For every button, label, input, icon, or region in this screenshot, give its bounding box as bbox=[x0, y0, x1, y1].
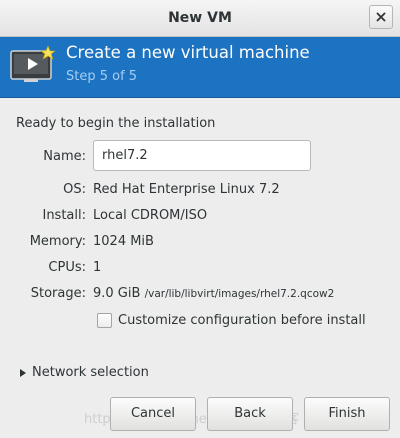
memory-label: Memory: bbox=[29, 234, 86, 249]
install-value: Local CDROM/ISO bbox=[93, 208, 208, 223]
banner-step: Step 5 of 5 bbox=[66, 69, 138, 84]
customize-label[interactable]: Customize configuration before install bbox=[118, 313, 366, 328]
name-label: Name: bbox=[43, 149, 86, 164]
close-button[interactable] bbox=[369, 5, 393, 29]
checkbox-box[interactable] bbox=[97, 313, 112, 328]
close-icon bbox=[376, 12, 386, 22]
network-selection-expander[interactable]: Network selection bbox=[20, 365, 149, 380]
cancel-button[interactable]: Cancel bbox=[110, 397, 196, 431]
back-button[interactable]: Back bbox=[207, 397, 293, 431]
network-selection-label[interactable]: Network selection bbox=[32, 365, 149, 380]
virtual-machine-icon bbox=[10, 45, 56, 82]
cpus-label: CPUs: bbox=[48, 260, 86, 275]
wizard-banner: Create a new virtual machine Step 5 of 5 bbox=[0, 37, 400, 98]
storage-label: Storage: bbox=[30, 286, 86, 301]
cpus-value: 1 bbox=[93, 260, 102, 275]
expander-arrow-icon bbox=[20, 368, 26, 377]
install-label: Install: bbox=[42, 208, 86, 223]
os-value: Red Hat Enterprise Linux 7.2 bbox=[93, 182, 280, 197]
memory-value: 1024 MiB bbox=[93, 234, 154, 249]
storage-value: 9.0 GiB /var/lib/libvirt/images/rhel7.2.… bbox=[93, 286, 334, 301]
storage-path: /var/lib/libvirt/images/rhel7.2.qcow2 bbox=[144, 288, 335, 300]
banner-title: Create a new virtual machine bbox=[66, 43, 310, 62]
finish-button[interactable]: Finish bbox=[304, 397, 390, 431]
customize-checkbox[interactable]: Customize configuration before install bbox=[97, 313, 366, 328]
storage-size: 9.0 GiB bbox=[93, 286, 141, 301]
name-field[interactable] bbox=[93, 140, 311, 171]
summary-heading: Ready to begin the installation bbox=[16, 116, 216, 131]
os-label: OS: bbox=[63, 182, 86, 197]
window-title: New VM bbox=[168, 10, 232, 26]
window-titlebar: New VM bbox=[0, 0, 400, 37]
